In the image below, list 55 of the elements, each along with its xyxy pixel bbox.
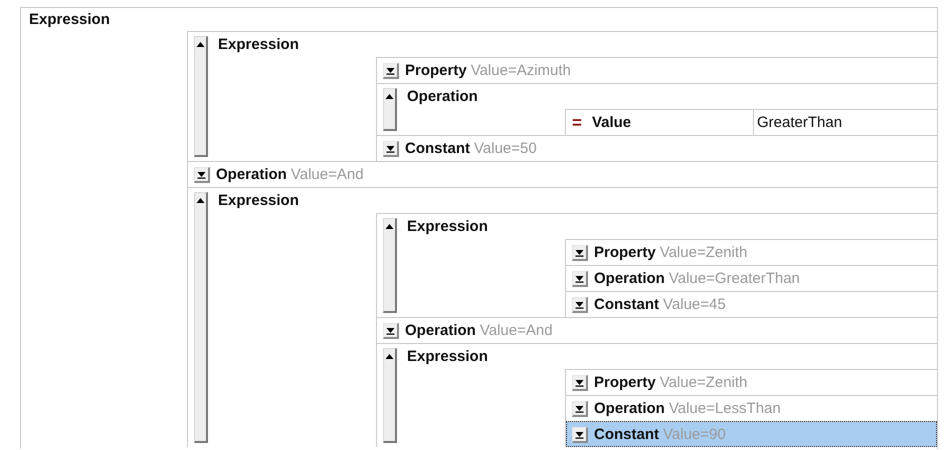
collapse-button[interactable] — [383, 88, 397, 131]
node-label: Constant — [594, 296, 659, 313]
expand-button[interactable] — [572, 270, 588, 286]
caret-down-icon — [575, 404, 584, 412]
caret-down-icon — [386, 66, 395, 74]
caret-down-icon — [575, 248, 584, 256]
node-label: Operation — [594, 270, 665, 287]
node-value: Value=45 — [663, 296, 726, 313]
expand-button[interactable] — [383, 140, 399, 156]
node-value: Value=Zenith — [660, 374, 748, 391]
expand-button[interactable] — [572, 426, 588, 442]
node-value: Value=LessThan — [668, 400, 781, 417]
node-label: Property — [405, 62, 467, 79]
caret-up-icon — [196, 40, 205, 49]
node-label: Operation — [405, 322, 476, 339]
node-label: Constant — [405, 140, 470, 157]
caret-down-icon — [575, 378, 584, 386]
expand-button[interactable] — [572, 296, 588, 312]
caret-down-icon — [197, 170, 206, 178]
caret-up-icon — [385, 222, 394, 231]
node-value: Value=50 — [474, 140, 537, 157]
property-value[interactable]: GreaterThan — [757, 114, 842, 131]
node-label: Expression — [407, 218, 488, 235]
node-label: Expression — [218, 192, 299, 209]
caret-down-icon — [575, 300, 584, 308]
node-label: Operation — [407, 88, 478, 105]
equals-sign: = — [572, 112, 582, 132]
caret-up-icon — [196, 196, 205, 205]
expand-button[interactable] — [572, 400, 588, 416]
caret-down-icon — [386, 326, 395, 334]
expand-button[interactable] — [194, 166, 210, 182]
node-value: Value=And — [290, 166, 364, 183]
node-label: Operation — [594, 400, 665, 417]
property-name: Value — [592, 114, 632, 131]
caret-down-icon — [386, 144, 395, 152]
caret-up-icon — [385, 352, 394, 361]
expand-button[interactable] — [572, 374, 588, 390]
expand-button[interactable] — [572, 244, 588, 260]
caret-down-icon — [575, 430, 584, 438]
node-label: Property — [594, 374, 656, 391]
node-label: Expression — [407, 348, 488, 365]
root-label: Expression — [29, 11, 110, 28]
node-label: Operation — [216, 166, 287, 183]
node-value: Value=90 — [663, 426, 726, 443]
node-label: Property — [594, 244, 656, 261]
expand-button[interactable] — [383, 322, 399, 338]
node-value: Value=GreaterThan — [668, 270, 800, 287]
node-label: Expression — [218, 36, 299, 53]
node-value: Value=Azimuth — [470, 62, 571, 79]
node-label: Constant — [594, 426, 659, 443]
caret-up-icon — [385, 92, 394, 101]
node-value: Value=Zenith — [660, 244, 748, 261]
expand-button[interactable] — [383, 62, 399, 78]
caret-down-icon — [575, 274, 584, 282]
node-value: Value=And — [480, 322, 553, 339]
